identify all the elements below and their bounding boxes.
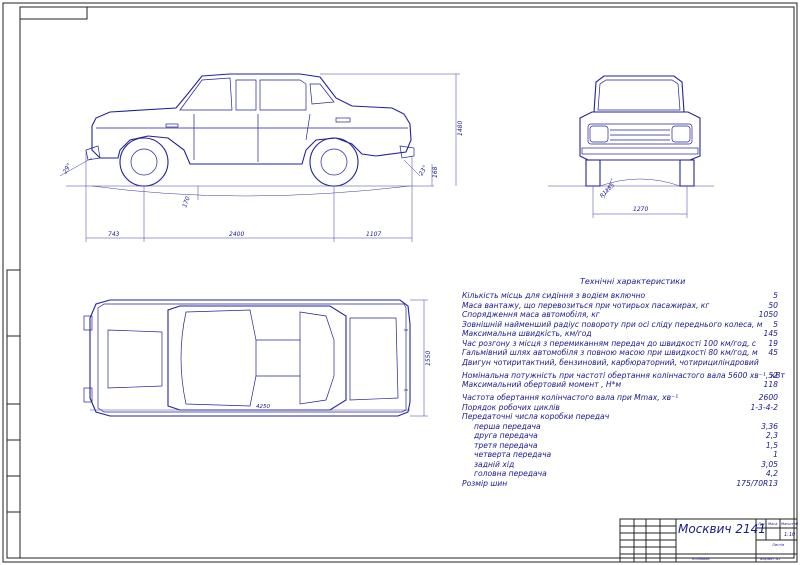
spec-value: 1 [773, 450, 778, 459]
car-body-outline [91, 73, 412, 165]
spec-label: Передаточні числа коробки передач [462, 412, 610, 421]
front-wheel-left [585, 159, 601, 187]
spec-value: 50 [768, 300, 778, 310]
spec-value: 45 [768, 348, 778, 357]
tb-sheets-label: Листів [771, 543, 784, 547]
front-body [579, 111, 701, 161]
spec-label: Кількість місць для сидіння з водієм вкл… [462, 291, 646, 300]
spec-label: Маса вантажу, що перевозиться при чотирь… [462, 300, 710, 310]
dim-width: 1550 [425, 351, 432, 366]
side-window-back [309, 83, 335, 105]
top-body-outline [89, 299, 411, 417]
tb-copied: Копіював [692, 557, 710, 561]
spec-label: задній хід [474, 459, 515, 469]
side-window-front [235, 79, 257, 111]
spec-label: Гальмівний шлях автомобіля з повною масо… [462, 348, 758, 357]
dim-front-clearance: R1185 [599, 182, 616, 199]
spec-label: Порядок робочих циклів [462, 402, 560, 412]
tb-mass-label: Маса [768, 522, 777, 526]
spec-value: 175/70R13 [736, 478, 778, 488]
drawing-sheet: 743 2400 1107 1480 168 170 29° 23° 1270 … [0, 0, 800, 565]
spec-value: 3,36 [761, 421, 778, 431]
spec-value: 2,3 [765, 431, 778, 440]
left-stamp-strip [6, 269, 21, 559]
spec-label: Час розгону з місця з перемиканням перед… [462, 338, 757, 348]
spec-label: Розмір шин [462, 478, 508, 488]
spec-value: 1,5 [765, 440, 778, 450]
front-bumper [85, 145, 101, 161]
spec-label: Номінальна потужність при частоті оберта… [462, 370, 785, 380]
dim-rear-overhang: 1107 [366, 231, 381, 238]
spec-label: Двигун чотиритактний, бензиновий, карбюр… [462, 357, 759, 367]
spec-title: Технічні характеристики [580, 277, 686, 286]
spec-label: четверта передача [474, 450, 552, 459]
dim-approach-angle: 29° [62, 162, 73, 175]
door-handle [165, 123, 179, 128]
top-windshield [180, 309, 257, 407]
spec-value: 52 [768, 370, 778, 380]
front-bumper-front [581, 147, 699, 155]
front-wheel-right [679, 159, 695, 187]
top-stamp-box [19, 6, 88, 20]
spec-value: 145 [763, 329, 779, 338]
side-view: 743 2400 1107 1480 168 170 29° 23° [59, 73, 464, 242]
drawing-title: Москвич 2141 [678, 522, 766, 536]
top-mirror-left [83, 315, 93, 331]
front-wheel [119, 137, 169, 187]
dim-track: 1270 [633, 206, 648, 213]
spec-label: Максимальний обертовий момент , Н*м [462, 380, 622, 389]
spec-value: 5 [773, 291, 778, 300]
spec-value: 19 [768, 338, 778, 348]
spec-label: Спорядження маса автомобіля, кг [462, 310, 600, 319]
spec-label: Максимальна швидкість, км/год [462, 329, 592, 338]
spec-value: 118 [763, 380, 779, 389]
top-rear-window [299, 311, 335, 405]
spec-value: 2600 [758, 393, 778, 402]
dim-height: 1480 [457, 121, 464, 136]
spec-label: перша передача [474, 421, 541, 431]
spec-value: 3,05 [761, 459, 778, 469]
spec-value: 1-3-4-2 [750, 402, 778, 412]
dim-top-length: 4250 [256, 404, 270, 410]
spec-label: третя передача [474, 440, 538, 450]
spec-value: 5 [773, 319, 778, 329]
tb-format: Формат А1 [760, 557, 780, 561]
windshield-outline [593, 75, 685, 113]
dim-rear-clearance: 168 [432, 166, 439, 178]
top-cabin [167, 305, 347, 411]
side-window-rear [259, 79, 307, 111]
dim-under-clearance: 170 [181, 195, 192, 208]
spec-label: головна передача [474, 469, 547, 478]
dim-front-overhang: 743 [108, 231, 120, 238]
top-view: 1550 4250 [83, 299, 432, 417]
spec-label: Частота обертання колінчастого вала при … [462, 393, 679, 402]
rear-wheel [309, 137, 359, 187]
rear-lamp [335, 117, 351, 123]
tb-scale-label: Масштаб [781, 522, 799, 526]
front-view: 1270 R1185 [548, 75, 714, 218]
spec-value: 1050 [758, 310, 778, 319]
dim-wheelbase: 2400 [229, 231, 244, 238]
spec-label: Зовнішній найменший радіус повороту при … [462, 319, 763, 329]
tb-scale: 1:10 [784, 532, 795, 538]
dim-departure-angle: 23° [418, 164, 429, 177]
grille [587, 123, 693, 145]
spec-label: друга передача [474, 431, 538, 440]
spec-value: 4,2 [765, 469, 778, 478]
